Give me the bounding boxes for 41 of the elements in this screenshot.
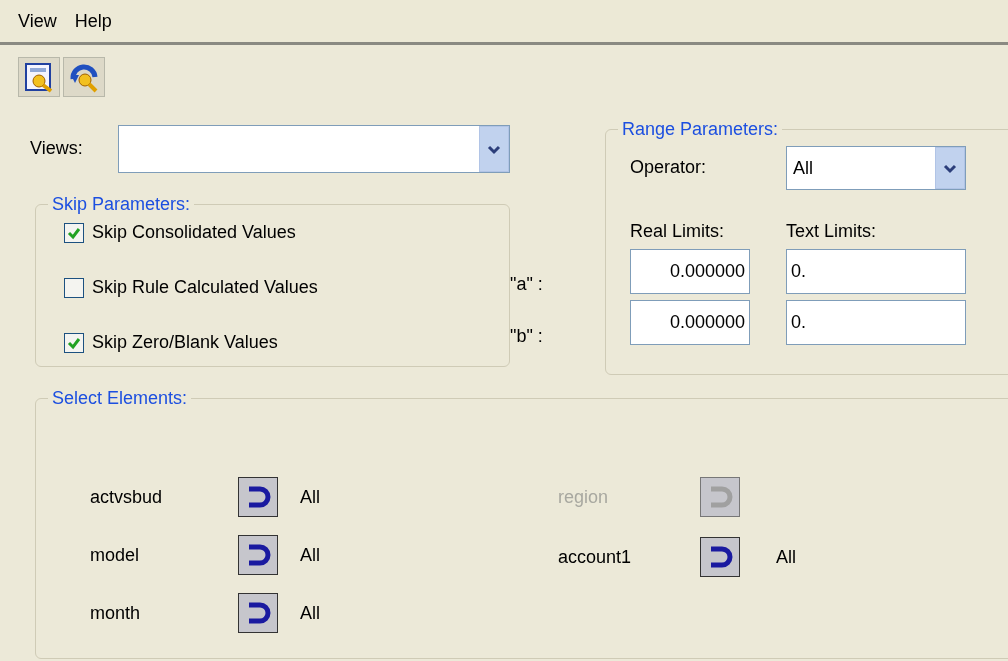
checkbox[interactable] [64,277,84,298]
select-button[interactable] [238,535,278,575]
element-value: All [300,543,320,567]
operator-dropdown[interactable]: All [786,146,966,190]
element-value: All [776,545,796,569]
views-dropdown[interactable] [118,125,510,173]
element-label: month [90,601,142,625]
checkbox[interactable] [64,332,84,353]
group-title: Skip Parameters: [51,195,192,213]
select-button[interactable] [700,537,740,577]
element-label: actvsbud [90,485,164,509]
menu-item[interactable]: View [18,8,57,42]
element-value: All [300,601,320,625]
select-button[interactable] [238,477,278,517]
real-limit-field[interactable]: 0.000000 [630,300,750,345]
checkmark-icon [67,225,81,240]
views-label: Views: [30,137,84,160]
element-label: region [558,485,610,509]
checkbox-label: Skip Rule Calculated Values [92,276,318,299]
toolbar-button[interactable] [63,57,105,97]
checkbox-label: Skip Consolidated Values [92,221,296,244]
real-limit-field[interactable]: 0.000000 [630,249,750,294]
operator-label: Operator: [630,156,708,179]
menu-item[interactable]: Help [74,8,112,42]
checkbox-label: Skip Zero/Blank Values [92,331,278,354]
element-label: model [90,543,141,567]
column-label: Text Limits: [786,220,878,243]
element-label: account1 [558,545,633,569]
group-title: Select Elements: [51,389,189,407]
text-limit-field[interactable]: 0. [786,300,966,345]
column-label: Real Limits: [630,220,726,243]
row-label: "a" : [510,273,544,296]
text-limit-field[interactable]: 0. [786,249,966,294]
element-value: All [300,485,320,509]
toolbar-button[interactable] [18,57,60,97]
row-label: "b" : [510,325,544,348]
checkbox[interactable] [64,222,84,243]
combo-value: All [793,156,813,180]
group-title: Range Parameters: [621,120,780,138]
select-button[interactable] [238,593,278,633]
checkmark-icon [67,335,81,350]
